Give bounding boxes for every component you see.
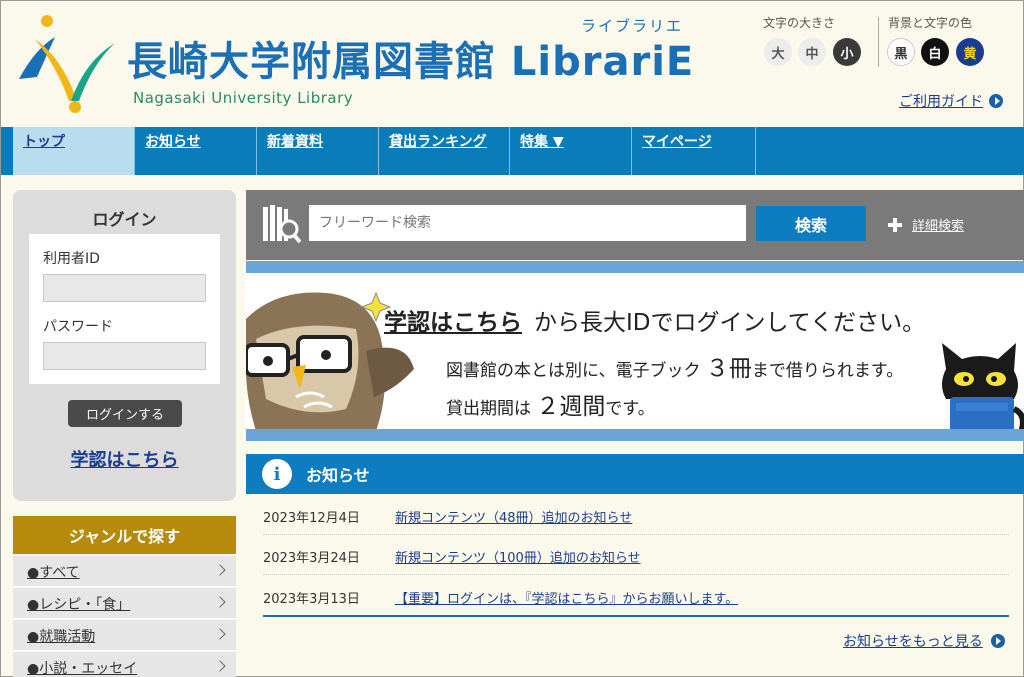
font-size-large-button[interactable]: 大 bbox=[764, 38, 792, 66]
news-divider bbox=[263, 615, 1009, 617]
genre-item-all[interactable]: ●すべて bbox=[13, 556, 236, 587]
banner-line1: 学認はこちら から長大IDでログインしてください。 bbox=[384, 303, 925, 337]
news-title: お知らせ bbox=[306, 466, 370, 485]
plus-icon bbox=[888, 217, 902, 232]
news-row: 2023年3月13日 【重要】ログインは、『学認はこちら』からお願いします。 bbox=[263, 576, 1009, 616]
banner-stripe bbox=[246, 261, 1024, 273]
genre-item-label: ●小説・エッセイ bbox=[27, 661, 138, 677]
nav-item-ranking[interactable]: 貸出ランキング bbox=[379, 127, 510, 175]
header-divider bbox=[878, 17, 879, 67]
news-link[interactable]: 【重要】ログインは、『学認はこちら』からお願いします。 bbox=[395, 588, 738, 607]
banner-line3-suffix: です。 bbox=[605, 399, 655, 419]
nav-item-new-arrivals[interactable]: 新着資料 bbox=[257, 127, 379, 175]
genre-item-label: ●レシピ・「食」 bbox=[27, 597, 131, 613]
genre-item-job[interactable]: ●就職活動 bbox=[13, 620, 236, 651]
search-button[interactable]: 検索 bbox=[756, 206, 866, 241]
banner-line2-suffix: まで借りられます。 bbox=[751, 361, 904, 381]
main-nav: トップ お知らせ 新着資料 貸出ランキング 特集 ▼ マイページ bbox=[1, 127, 1024, 175]
genre-heading: ジャンルで探す bbox=[13, 516, 236, 554]
site-subtitle: Nagasaki University Library bbox=[133, 89, 354, 107]
library-logo-icon bbox=[19, 15, 115, 113]
news-date: 2023年3月24日 bbox=[263, 551, 360, 566]
font-size-label: 文字の大きさ bbox=[763, 16, 836, 30]
header: ライブラリエ 長崎大学附属図書館 LibrariE Nagasaki Unive… bbox=[1, 1, 1024, 127]
arrow-circle-icon bbox=[989, 94, 1003, 108]
login-banner: 学認はこちら から長大IDでログインしてください。 図書館の本とは別に、電子ブック… bbox=[246, 261, 1024, 441]
news-heading: i お知らせ bbox=[246, 454, 1024, 494]
user-id-field[interactable] bbox=[43, 274, 206, 302]
books-search-icon bbox=[263, 205, 301, 244]
news-row: 2023年3月24日 新規コンテンツ（100冊）追加のお知らせ bbox=[263, 535, 1009, 575]
banner-line2-text: 図書館の本とは別に、電子ブック bbox=[446, 361, 701, 381]
news-date: 2023年12月4日 bbox=[263, 511, 360, 526]
site-title: 長崎大学附属図書館 LibrariE bbox=[127, 39, 695, 85]
news-link[interactable]: 新規コンテンツ（100冊）追加のお知らせ bbox=[395, 547, 641, 566]
color-label: 背景と文字の色 bbox=[888, 16, 973, 30]
banner-stripe bbox=[246, 429, 1024, 441]
news-more-label: お知らせをもっと見る bbox=[843, 634, 983, 650]
font-size-small-button[interactable]: 小 bbox=[833, 38, 861, 66]
nav-item-top[interactable]: トップ bbox=[13, 127, 135, 175]
banner-line3: 貸出期間は ２週間です。 bbox=[446, 387, 655, 421]
cat-mascot-icon bbox=[942, 343, 1024, 441]
nav-item-mypage[interactable]: マイページ bbox=[632, 127, 756, 175]
advanced-search-link[interactable]: 詳細検索 bbox=[888, 215, 964, 234]
banner-line3-text: 貸出期間は bbox=[446, 399, 531, 419]
genre-item-recipe[interactable]: ●レシピ・「食」 bbox=[13, 588, 236, 619]
login-form: 利用者ID パスワード bbox=[29, 234, 220, 384]
news-row: 2023年12月4日 新規コンテンツ（48冊）追加のお知らせ bbox=[263, 495, 1009, 535]
user-id-label: 利用者ID bbox=[43, 251, 100, 267]
guide-link-label: ご利用ガイド bbox=[899, 94, 983, 110]
chevron-right-icon bbox=[214, 628, 226, 640]
color-black-button[interactable]: 黒 bbox=[887, 38, 915, 66]
advanced-search-label: 詳細検索 bbox=[912, 219, 965, 234]
login-panel: ログイン 利用者ID パスワード ログインする 学認はこちら bbox=[13, 190, 236, 501]
login-title: ログイン bbox=[92, 210, 157, 229]
login-button[interactable]: ログインする bbox=[68, 400, 182, 427]
search-input[interactable] bbox=[309, 205, 746, 241]
font-size-medium-button[interactable]: 中 bbox=[798, 38, 826, 66]
banner-line2: 図書館の本とは別に、電子ブック ３冊まで借りられます。 bbox=[446, 349, 903, 383]
banner-line1-text: から長大IDでログインしてください。 bbox=[534, 310, 926, 336]
chevron-right-icon bbox=[214, 660, 226, 672]
banner-gakunin-link[interactable]: 学認はこちら bbox=[384, 310, 522, 336]
info-icon: i bbox=[262, 459, 292, 489]
chevron-right-icon bbox=[214, 596, 226, 608]
color-white-button[interactable]: 白 bbox=[921, 38, 949, 66]
search-bar: 検索 詳細検索 bbox=[246, 190, 1024, 260]
color-yellow-button[interactable]: 黄 bbox=[956, 38, 984, 66]
arrow-circle-icon bbox=[990, 634, 1005, 648]
news-date: 2023年3月13日 bbox=[263, 592, 360, 607]
genre-item-novel[interactable]: ●小説・エッセイ bbox=[13, 652, 236, 677]
news-more-link[interactable]: お知らせをもっと見る bbox=[843, 631, 1005, 651]
genre-item-label: ●すべて bbox=[27, 565, 80, 581]
news-link[interactable]: 新規コンテンツ（48冊）追加のお知らせ bbox=[395, 507, 632, 526]
password-label: パスワード bbox=[43, 319, 113, 335]
nav-item-features[interactable]: 特集 ▼ bbox=[510, 127, 632, 175]
owl-mascot-icon bbox=[246, 291, 414, 431]
chevron-right-icon bbox=[214, 564, 226, 576]
password-field[interactable] bbox=[43, 342, 206, 370]
genre-item-label: ●就職活動 bbox=[27, 629, 96, 645]
nav-item-news[interactable]: お知らせ bbox=[135, 127, 257, 175]
banner-ebook-count: ３冊 bbox=[705, 356, 752, 382]
banner-loan-period: ２週間 bbox=[536, 394, 606, 420]
guide-link[interactable]: ご利用ガイド bbox=[899, 91, 1003, 111]
gakunin-link[interactable]: 学認はこちら bbox=[13, 446, 236, 472]
